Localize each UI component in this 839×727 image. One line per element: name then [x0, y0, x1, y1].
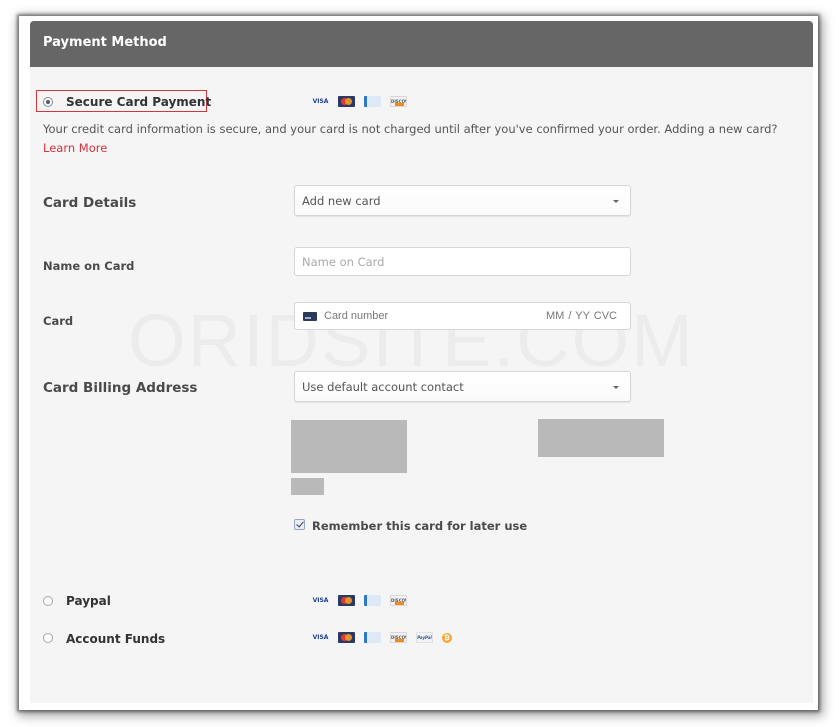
remember-card-checkbox[interactable]	[294, 519, 305, 530]
amex-icon	[364, 595, 381, 606]
card-details-value: Add new card	[302, 194, 381, 208]
remember-card-label[interactable]: Remember this card for later use	[312, 519, 527, 533]
panel-title: Payment Method	[43, 35, 167, 50]
discover-icon: DISCOVER	[390, 595, 407, 606]
secure-card-label[interactable]: Secure Card Payment	[66, 95, 211, 109]
bitcoin-icon: ₿	[442, 632, 452, 643]
account-funds-radio[interactable]	[43, 633, 53, 643]
credit-card-icon	[303, 312, 317, 321]
secure-card-radio[interactable]	[43, 97, 53, 107]
redacted-address-block	[538, 419, 664, 457]
paypal-radio[interactable]	[43, 596, 53, 606]
amex-icon	[364, 632, 381, 643]
discover-icon: DISCOVER	[390, 632, 407, 643]
discover-icon: DISCOVER	[390, 96, 407, 107]
name-on-card-field[interactable]: Name on Card	[294, 247, 631, 276]
security-info-text: Your credit card information is secure, …	[43, 122, 778, 136]
card-number-placeholder: Card number	[324, 310, 389, 322]
visa-icon: VISA	[312, 98, 329, 105]
name-on-card-placeholder: Name on Card	[302, 255, 385, 269]
card-logos-secure: VISA DISCOVER	[312, 96, 407, 107]
learn-more-link[interactable]: Learn More	[43, 141, 107, 155]
card-logos-paypal: VISA DISCOVER	[312, 595, 407, 606]
visa-icon: VISA	[312, 597, 329, 604]
visa-icon: VISA	[312, 634, 329, 641]
card-number-field[interactable]: Card number MM / YY CVC	[294, 302, 631, 330]
billing-address-value: Use default account contact	[302, 380, 464, 394]
panel-header: Payment Method	[30, 21, 813, 67]
chevron-down-icon	[613, 386, 619, 389]
account-funds-label[interactable]: Account Funds	[66, 632, 165, 646]
mastercard-icon	[338, 595, 355, 606]
redacted-address-block	[291, 478, 324, 495]
mastercard-icon	[338, 96, 355, 107]
paypal-icon: PayPal	[416, 632, 433, 643]
redacted-address-block	[291, 420, 407, 473]
chevron-down-icon	[613, 200, 619, 203]
card-expiry-cvc-placeholder: MM / YY CVC	[545, 310, 617, 322]
card-details-label: Card Details	[43, 195, 137, 211]
name-on-card-label: Name on Card	[43, 259, 135, 273]
card-logos-account-funds: VISA DISCOVER PayPal ₿	[312, 632, 452, 643]
amex-icon	[364, 96, 381, 107]
paypal-label[interactable]: Paypal	[66, 594, 111, 608]
card-details-select[interactable]: Add new card	[294, 185, 631, 216]
billing-address-label: Card Billing Address	[43, 380, 198, 396]
mastercard-icon	[338, 632, 355, 643]
billing-address-select[interactable]: Use default account contact	[294, 371, 631, 402]
card-label: Card	[43, 314, 74, 328]
